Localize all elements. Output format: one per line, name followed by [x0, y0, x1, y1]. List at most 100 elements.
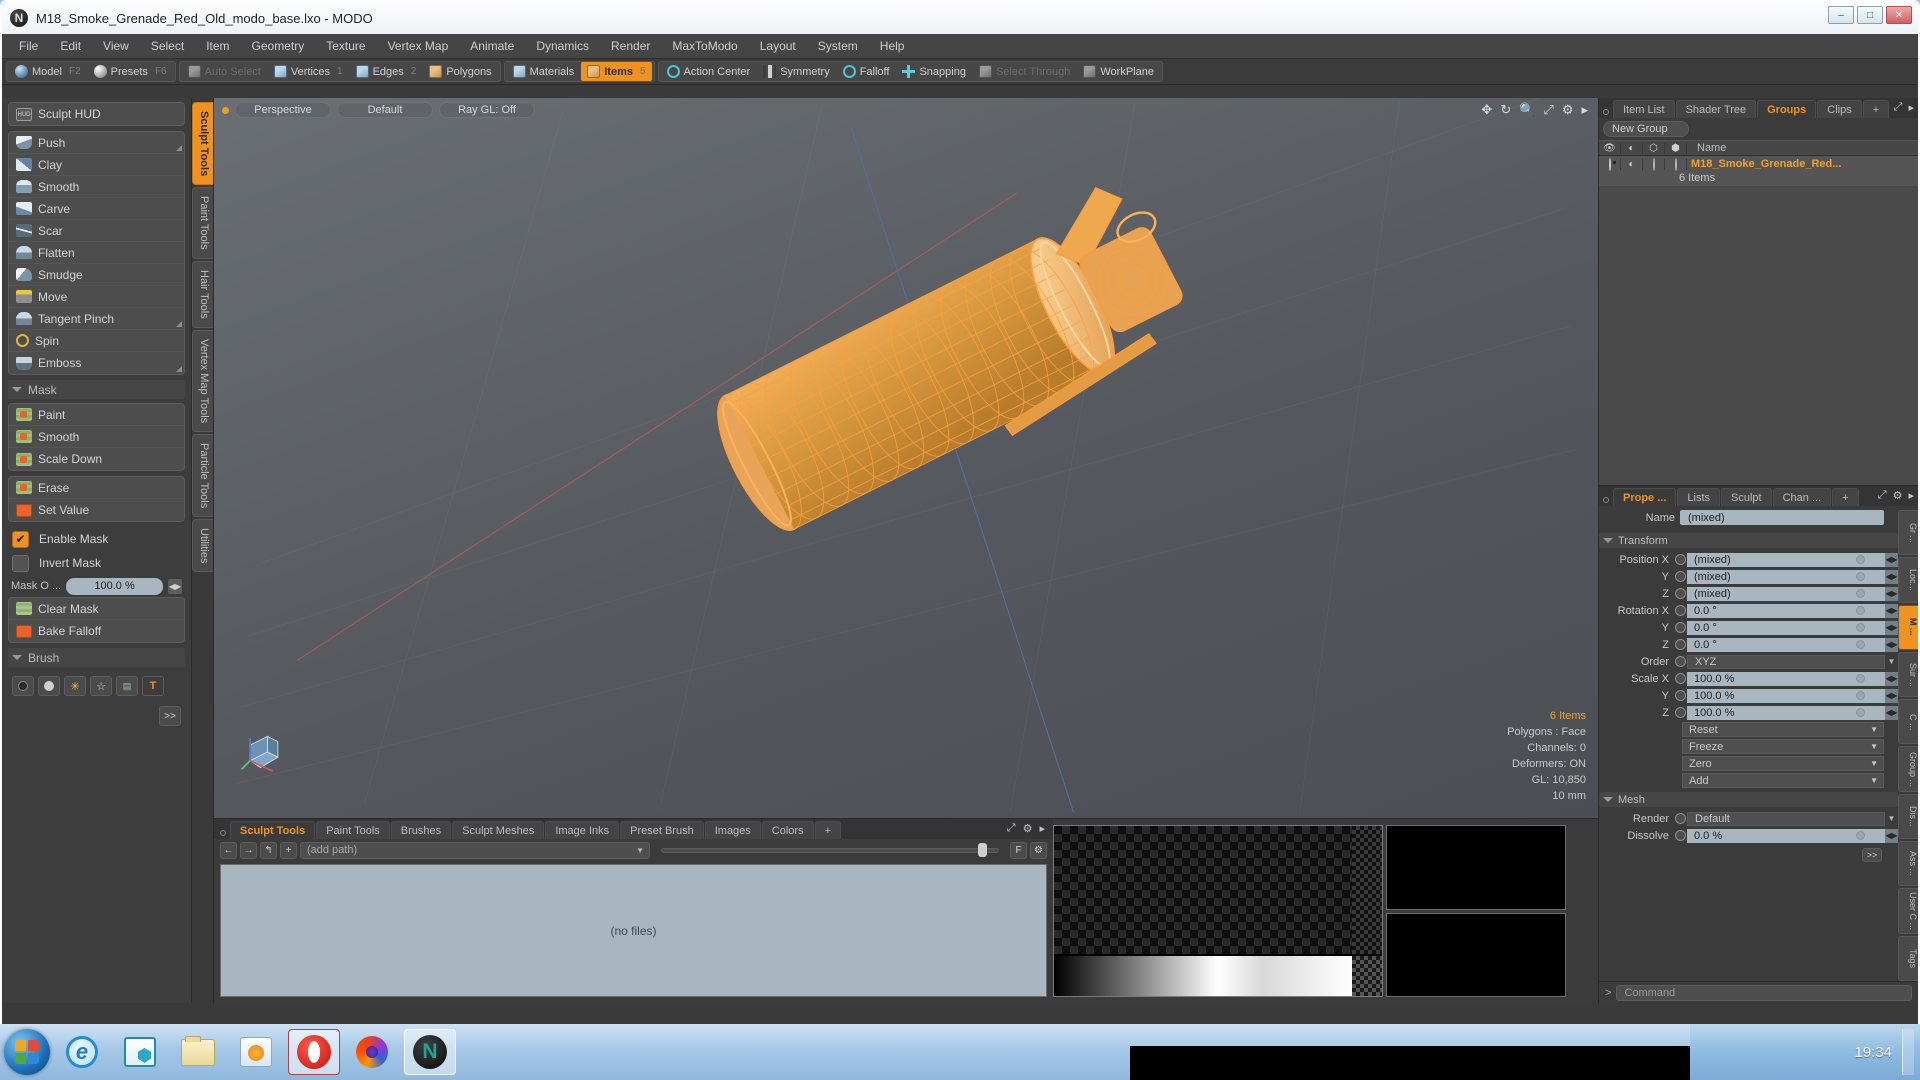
toolbar-items-button[interactable]: Items 5 — [581, 62, 652, 81]
mesh-1-input[interactable]: 0.0 % — [1687, 828, 1885, 843]
toolbar-workplane-button[interactable]: WorkPlane — [1077, 62, 1160, 81]
brush-text-button[interactable]: T — [142, 676, 164, 696]
row-render-toggle[interactable]: ◐ — [1621, 158, 1643, 170]
brush-solid-dot-button[interactable] — [38, 676, 60, 696]
value-handle-icon[interactable] — [1856, 674, 1865, 683]
viewport-shading-mode[interactable]: Default — [337, 102, 433, 118]
table-row[interactable] — [1599, 186, 1918, 200]
channel-knob-icon[interactable] — [1675, 707, 1686, 718]
brush-preview-panel[interactable] — [1053, 825, 1383, 997]
channel-knob-icon[interactable] — [1675, 830, 1686, 841]
render-column-icon[interactable]: ◐ — [1621, 142, 1643, 154]
prop-tab-chan-[interactable]: Chan ... — [1772, 488, 1832, 506]
row-shade-toggle[interactable] — [1665, 157, 1687, 171]
submenu-corner-icon[interactable] — [176, 366, 182, 372]
prop-side-tab-7[interactable]: Ass ... — [1898, 841, 1918, 887]
transform-5-stepper[interactable]: ◀▶ — [1885, 637, 1898, 652]
expand-icon[interactable]: ⤢ — [1878, 489, 1887, 502]
right-tab-item-list[interactable]: Item List — [1613, 100, 1675, 118]
channel-knob-icon[interactable] — [1675, 622, 1686, 633]
enable-mask-row[interactable]: Enable Mask — [8, 527, 185, 551]
transform-action-reset[interactable]: Reset ▼ — [1682, 722, 1884, 737]
gear-icon[interactable]: ⚙ — [1562, 102, 1574, 118]
row-eye-toggle[interactable] — [1599, 157, 1621, 171]
bottom-tab-colors[interactable]: Colors — [761, 821, 814, 839]
toolbar-select-through-button[interactable]: Select Through — [973, 62, 1076, 81]
brush-star-button[interactable]: ☆ — [90, 676, 112, 696]
toolbar-snapping-button[interactable]: Snapping — [896, 62, 972, 81]
menu-item-file[interactable]: File — [8, 34, 49, 59]
toolbar-presets-button[interactable]: Presets F6 — [88, 62, 173, 81]
value-handle-icon[interactable] — [1856, 572, 1865, 581]
tool-smooth[interactable]: Smooth — [9, 176, 184, 198]
vtab-hair-tools[interactable]: Hair Tools — [192, 260, 213, 328]
group-tree-body[interactable]: ◐ M18_Smoke_Grenade_Red... 6 Items — [1599, 156, 1918, 486]
panel-menu-dot-icon[interactable] — [1603, 109, 1609, 115]
toolbar-vertices-button[interactable]: Vertices 1 — [268, 62, 349, 81]
right-tab-shader-tree[interactable]: Shader Tree — [1675, 100, 1757, 118]
prop-tab-sculpt[interactable]: Sculpt — [1721, 488, 1772, 506]
prop-side-tab-1[interactable]: Loc... — [1898, 557, 1918, 603]
tool-bake-falloff[interactable]: Bake Falloff — [9, 620, 184, 642]
prop-tab--[interactable]: + — [1832, 488, 1859, 506]
bottom-tab-image-inks[interactable]: Image Inks — [545, 821, 620, 839]
file-list-area[interactable]: (no files) — [220, 864, 1047, 997]
mesh-0-dropdown[interactable]: Default — [1687, 811, 1885, 826]
tool-emboss[interactable]: Emboss — [9, 352, 184, 374]
vtab-vertex-map-tools[interactable]: Vertex Map Tools — [192, 329, 213, 432]
scale-2-input[interactable]: 100.0 % — [1687, 705, 1885, 720]
chevron-down-icon[interactable]: ▼ — [1885, 812, 1898, 826]
close-button[interactable]: ✕ — [1886, 6, 1912, 24]
menu-item-dynamics[interactable]: Dynamics — [525, 34, 600, 59]
chevron-right-icon[interactable]: ▸ — [1908, 489, 1914, 502]
prop-side-tab-0[interactable]: Gr ... — [1898, 510, 1918, 556]
prop-tab-prope-[interactable]: Prope ... — [1613, 488, 1677, 506]
prop-side-tab-9[interactable]: Tags — [1898, 935, 1918, 981]
tool-spin[interactable]: Spin — [9, 330, 184, 352]
invert-mask-checkbox[interactable] — [12, 554, 29, 572]
menu-item-maxtomodo[interactable]: MaxToModo — [661, 34, 748, 59]
viewport-menu-dot-icon[interactable] — [222, 106, 229, 114]
mesh-more-button[interactable]: >> — [1862, 847, 1882, 862]
menu-item-geometry[interactable]: Geometry — [241, 34, 316, 59]
right-tab--[interactable]: + — [1862, 100, 1890, 118]
options-gear-button[interactable]: ⚙ — [1030, 841, 1047, 859]
nav-up-button[interactable]: ↰ — [260, 841, 277, 859]
tool-smooth[interactable]: Smooth — [9, 426, 184, 448]
toolbar-auto-select-button[interactable]: Auto Select — [182, 62, 267, 81]
transform-0-input[interactable]: (mixed) — [1687, 552, 1885, 567]
brush-more-button[interactable]: >> — [159, 706, 181, 726]
brush-image-button[interactable]: ▤ — [116, 676, 138, 696]
channel-knob-icon[interactable] — [1675, 605, 1686, 616]
chevron-right-icon[interactable]: ▸ — [1908, 101, 1914, 114]
gear-icon[interactable]: ⚙ — [1023, 822, 1033, 835]
row-wire-toggle[interactable] — [1643, 157, 1665, 171]
scale-1-input[interactable]: 100.0 % — [1687, 688, 1885, 703]
new-group-button[interactable]: New Group — [1603, 121, 1689, 137]
mask-opacity-input[interactable]: 100.0 % — [66, 577, 163, 595]
mask-section-header[interactable]: Mask — [8, 380, 185, 399]
toolbar-falloff-button[interactable]: Falloff — [837, 62, 896, 81]
table-row[interactable]: ◐ M18_Smoke_Grenade_Red... — [1599, 156, 1918, 172]
command-input[interactable]: Command — [1616, 984, 1912, 1001]
chevron-down-icon[interactable]: ▼ — [1885, 655, 1898, 669]
menu-item-help[interactable]: Help — [869, 34, 916, 59]
zoom-icon[interactable]: 🔍 — [1519, 102, 1535, 118]
submenu-corner-icon[interactable] — [176, 321, 182, 327]
nav-add-button[interactable]: + — [280, 841, 297, 859]
viewport-raygl-toggle[interactable]: Ray GL: Off — [439, 102, 535, 118]
tool-smudge[interactable]: Smudge — [9, 264, 184, 286]
channel-knob-icon[interactable] — [1675, 639, 1686, 650]
expand-icon[interactable]: ⤢ — [1007, 822, 1016, 835]
transform-3-input[interactable]: 0.0 ° — [1687, 603, 1885, 618]
value-handle-icon[interactable] — [1856, 640, 1865, 649]
show-desktop-button[interactable] — [1902, 1029, 1914, 1075]
chevron-right-icon[interactable]: ▸ — [1581, 102, 1588, 118]
3d-viewport[interactable]: Perspective Default Ray GL: Off ✥ ↻ 🔍 ⤢ … — [214, 98, 1598, 818]
transform-5-input[interactable]: 0.0 ° — [1687, 637, 1885, 652]
tool-move[interactable]: Move — [9, 286, 184, 308]
channel-knob-icon[interactable] — [1675, 588, 1686, 599]
scale-1-stepper[interactable]: ◀▶ — [1885, 688, 1898, 703]
scale-0-input[interactable]: 100.0 % — [1687, 671, 1885, 686]
tool-flatten[interactable]: Flatten — [9, 242, 184, 264]
